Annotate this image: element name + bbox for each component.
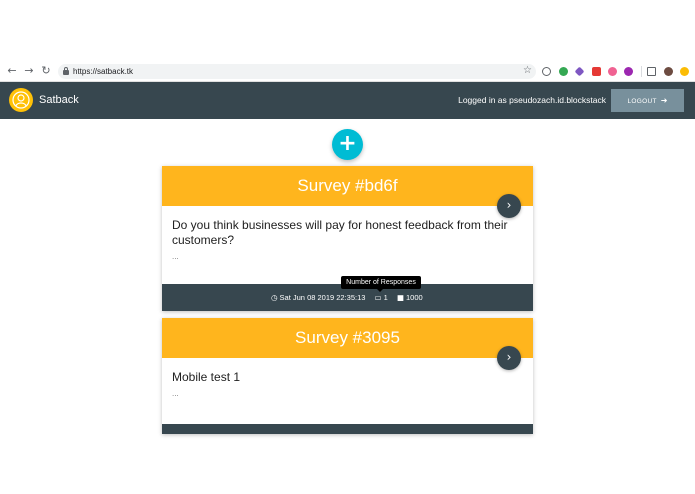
survey-card-header: Survey #3095 — [162, 318, 533, 358]
survey-response-count[interactable]: 1 — [384, 292, 388, 303]
satback-logo-icon[interactable] — [9, 88, 33, 112]
browser-toolbar: ← → ↻ https://satback.tk ☆ — [0, 61, 695, 82]
tooltip: Number of Responses — [341, 276, 421, 289]
survey-budget: 1000 — [406, 293, 423, 302]
reload-icon[interactable]: ↻ — [40, 65, 52, 77]
extension-pink-icon[interactable] — [608, 67, 617, 76]
app-title[interactable]: Satback — [39, 93, 79, 107]
survey-card-body: Mobile test 1 ... — [162, 358, 533, 399]
comments-icon[interactable]: ▭ — [375, 292, 382, 303]
app-header: Satback Logged in as pseudozach.id.block… — [0, 82, 695, 119]
survey-card-header: Survey #bd6f — [162, 166, 533, 206]
folder-icon: ■ — [396, 293, 404, 302]
plus-icon: + — [338, 131, 357, 156]
url-text[interactable]: https://satback.tk — [73, 66, 133, 77]
github-icon[interactable] — [624, 67, 633, 76]
lock-icon — [63, 67, 69, 75]
survey-excerpt: ... — [172, 252, 179, 261]
chevron-right-icon: › — [506, 198, 512, 212]
tooltip-arrow — [377, 289, 383, 292]
survey-question: Do you think businesses will pay for hon… — [172, 218, 508, 247]
arrow-left-icon[interactable]: ← — [6, 65, 18, 77]
survey-card: Survey #3095 › Mobile test 1 ... — [162, 318, 533, 434]
survey-title: Survey #3095 — [295, 328, 400, 347]
survey-card: Survey #bd6f › Do you think businesses w… — [162, 166, 533, 311]
extension-purple-icon[interactable] — [574, 66, 585, 77]
logout-label: LOGOUT — [627, 98, 657, 105]
tooltip-text: Number of Responses — [346, 279, 416, 286]
survey-date: Sat Jun 08 2019 22:35:13 — [279, 293, 366, 302]
open-survey-button[interactable]: › — [497, 346, 521, 370]
address-bar[interactable]: https://satback.tk ☆ — [58, 64, 536, 79]
chevron-right-icon: › — [506, 350, 512, 364]
open-survey-button[interactable]: › — [497, 194, 521, 218]
logout-button[interactable]: LOGOUT ➜ — [611, 89, 684, 112]
cast-icon[interactable] — [647, 67, 656, 76]
extension-green-icon[interactable] — [559, 67, 568, 76]
clock-icon: ◷ — [271, 293, 278, 302]
survey-title: Survey #bd6f — [297, 176, 398, 195]
extension-yellow-icon[interactable] — [680, 67, 689, 76]
toolbar-divider — [641, 66, 642, 77]
sign-out-icon: ➜ — [660, 96, 668, 105]
survey-card-footer — [162, 424, 533, 434]
extension-red-icon[interactable] — [592, 67, 601, 76]
page: ← → ↻ https://satback.tk ☆ Satback Logge… — [0, 0, 695, 494]
arrow-right-icon[interactable]: → — [23, 65, 35, 77]
survey-meta: ◷ Sat Jun 08 2019 22:35:13 ▭ 1 ■ 1000 — [271, 292, 423, 303]
pocket-icon[interactable] — [542, 67, 551, 76]
avatar-icon[interactable] — [664, 67, 673, 76]
star-icon[interactable]: ☆ — [523, 65, 532, 77]
survey-excerpt: ... — [172, 389, 179, 398]
login-status: Logged in as pseudozach.id.blockstack — [458, 95, 606, 105]
add-survey-button[interactable]: + — [332, 129, 363, 160]
survey-card-body: Do you think businesses will pay for hon… — [162, 206, 533, 262]
survey-question: Mobile test 1 — [172, 370, 241, 384]
